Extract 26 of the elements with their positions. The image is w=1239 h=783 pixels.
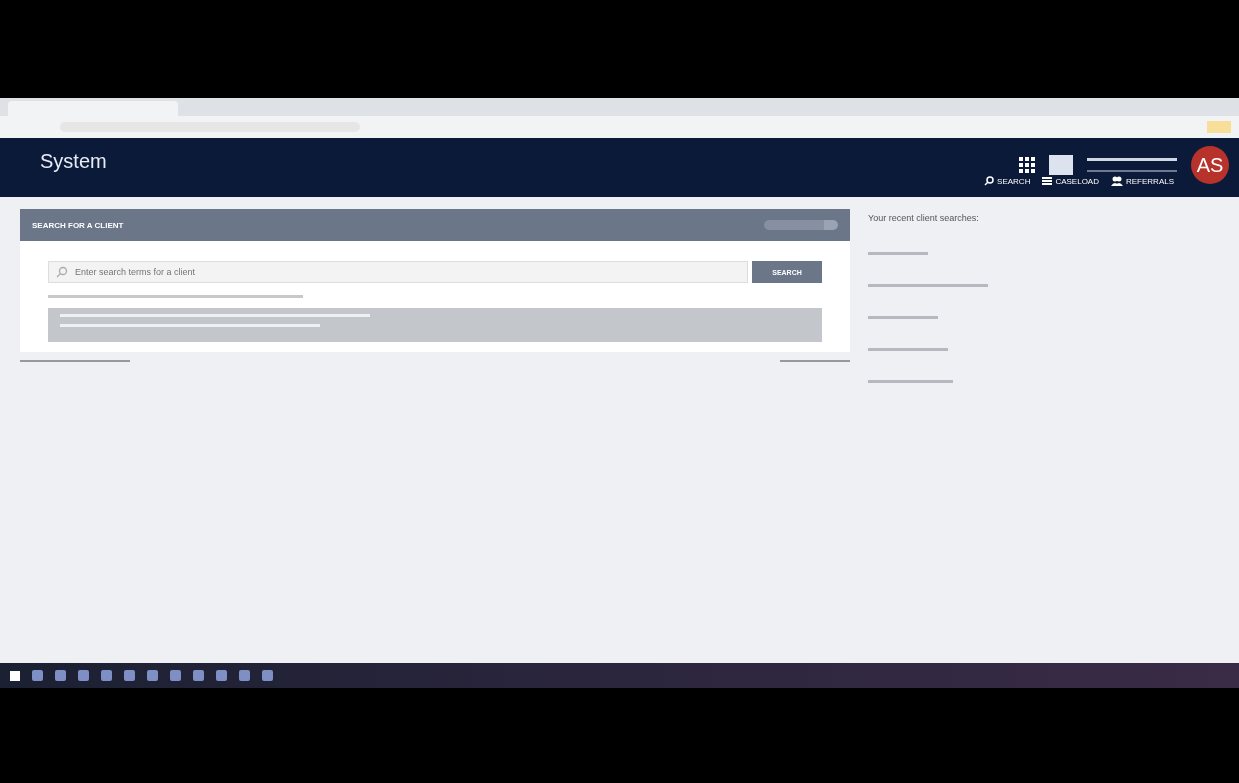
search-field[interactable]: Enter search terms for a client bbox=[48, 261, 748, 283]
nav-link[interactable]: REFERRALS bbox=[1111, 176, 1174, 186]
taskbar-app-icon[interactable] bbox=[193, 670, 204, 681]
search-icon bbox=[984, 176, 995, 186]
taskbar-app-icon[interactable] bbox=[147, 670, 158, 681]
list-icon bbox=[1042, 176, 1053, 186]
nav-link[interactable]: SEARCH bbox=[984, 176, 1031, 186]
user-avatar[interactable]: AS bbox=[1191, 146, 1229, 184]
app-title: System bbox=[40, 150, 107, 174]
recent-searches-title: Your recent client searches: bbox=[868, 213, 980, 223]
grid-icon[interactable] bbox=[1019, 157, 1035, 173]
taskbar-app-icon[interactable] bbox=[55, 670, 66, 681]
taskbar-app-icon[interactable] bbox=[216, 670, 227, 681]
taskbar-app-icon[interactable] bbox=[262, 670, 273, 681]
taskbar-app-icon[interactable] bbox=[32, 670, 43, 681]
user-name-blurred[interactable] bbox=[1087, 158, 1177, 172]
nav-link[interactable]: CASELOAD bbox=[1042, 176, 1099, 186]
taskbar-app-icon[interactable] bbox=[101, 670, 112, 681]
header-toggle-blurred[interactable] bbox=[764, 220, 838, 230]
card-title: SEARCH FOR A CLIENT bbox=[32, 220, 124, 230]
taskbar-app-icon[interactable] bbox=[239, 670, 250, 681]
people-icon bbox=[1111, 176, 1123, 186]
windows-icon[interactable] bbox=[10, 670, 20, 681]
taskbar-app-icon[interactable] bbox=[78, 670, 89, 681]
taskbar-app-icon[interactable] bbox=[170, 670, 181, 681]
taskbar-app-icon[interactable] bbox=[124, 670, 135, 681]
